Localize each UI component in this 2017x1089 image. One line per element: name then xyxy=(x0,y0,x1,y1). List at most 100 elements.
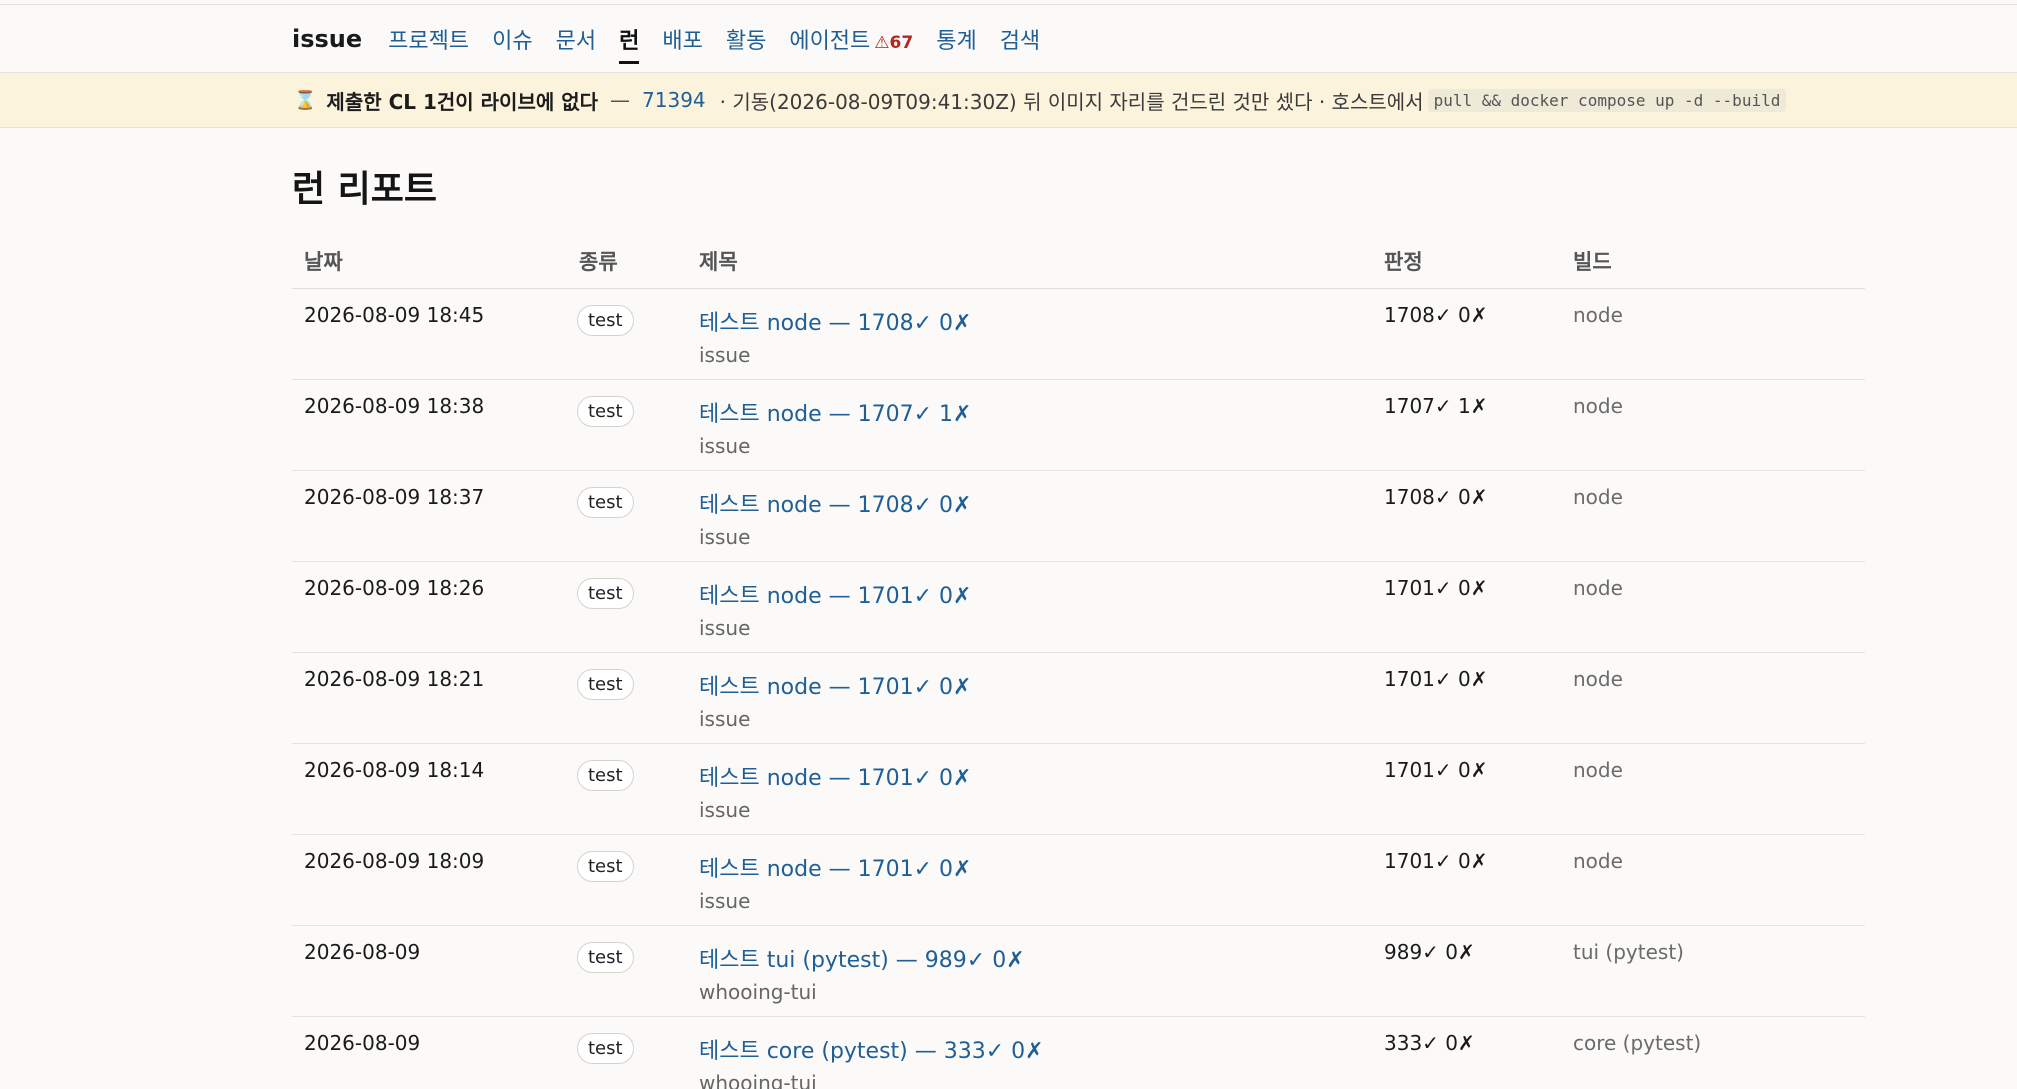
row-kind-cell: test xyxy=(567,652,687,744)
nav-agents-label: 에이전트 xyxy=(789,28,871,54)
nav-runs[interactable]: 런 xyxy=(619,23,640,64)
run-project: issue xyxy=(699,615,751,640)
row-build: tui (pytest) xyxy=(1561,925,1865,1017)
row-verdict: 1701✓ 0✗ xyxy=(1372,652,1561,744)
row-title-cell: 테스트 node — 1708✓ 0✗ issue xyxy=(687,470,1372,562)
run-title-link[interactable]: 테스트 node — 1701✓ 0✗ xyxy=(699,578,1372,610)
banner-cl-link[interactable]: 71394 xyxy=(642,88,706,112)
run-title-link[interactable]: 테스트 node — 1701✓ 0✗ xyxy=(699,669,1372,701)
row-build: node xyxy=(1561,834,1865,926)
kind-badge: test xyxy=(577,941,634,973)
row-kind-cell: test xyxy=(567,288,687,380)
live-status-banner: ⌛ 제출한 CL 1건이 라이브에 없다 — 71394 · 기동(2026-0… xyxy=(0,73,2017,128)
row-title-cell: 테스트 node — 1708✓ 0✗ issue xyxy=(687,288,1372,380)
row-date: 2026-08-09 xyxy=(292,1016,567,1089)
banner-detail: · 기동(2026-08-09T09:41:30Z) 뒤 이미지 자리를 건드린… xyxy=(719,89,1424,114)
table-row: 2026-08-09 18:09 test 테스트 node — 1701✓ 0… xyxy=(292,834,1865,926)
run-project: issue xyxy=(699,433,751,458)
row-kind-cell: test xyxy=(567,834,687,926)
row-kind-cell: test xyxy=(567,379,687,471)
nav-activity[interactable]: 활동 xyxy=(726,23,766,55)
runs-table: 날짜 종류 제목 판정 빌드 2026-08-09 18:45 test 테스트… xyxy=(292,237,1865,1089)
nav-projects[interactable]: 프로젝트 xyxy=(388,23,469,55)
run-project: issue xyxy=(699,797,751,822)
kind-badge: test xyxy=(577,1032,634,1064)
row-kind-cell: test xyxy=(567,470,687,562)
kind-badge: test xyxy=(577,486,634,518)
nav-search[interactable]: 검색 xyxy=(1000,23,1040,55)
row-title-cell: 테스트 node — 1701✓ 0✗ issue xyxy=(687,561,1372,653)
run-project: issue xyxy=(699,342,751,367)
run-project: issue xyxy=(699,888,751,913)
row-title-cell: 테스트 node — 1707✓ 1✗ issue xyxy=(687,379,1372,471)
row-verdict: 1701✓ 0✗ xyxy=(1372,743,1561,835)
run-title-link[interactable]: 테스트 tui (pytest) — 989✓ 0✗ xyxy=(699,942,1372,974)
row-title-cell: 테스트 tui (pytest) — 989✓ 0✗ whooing-tui xyxy=(687,925,1372,1017)
kind-badge: test xyxy=(577,304,634,336)
row-verdict: 989✓ 0✗ xyxy=(1372,925,1561,1017)
row-build: node xyxy=(1561,288,1865,380)
run-title-link[interactable]: 테스트 node — 1701✓ 0✗ xyxy=(699,760,1372,792)
header-kind[interactable]: 종류 xyxy=(567,237,687,289)
row-date: 2026-08-09 xyxy=(292,925,567,1017)
row-date: 2026-08-09 18:09 xyxy=(292,834,567,926)
kind-badge: test xyxy=(577,759,634,791)
header-build[interactable]: 빌드 xyxy=(1561,237,1865,289)
nav-agents[interactable]: 에이전트 ⚠67 xyxy=(789,23,913,55)
row-date: 2026-08-09 18:21 xyxy=(292,652,567,744)
kind-badge: test xyxy=(577,668,634,700)
run-title-link[interactable]: 테스트 core (pytest) — 333✓ 0✗ xyxy=(699,1033,1372,1065)
row-date: 2026-08-09 18:37 xyxy=(292,470,567,562)
nav-stats[interactable]: 통계 xyxy=(936,23,976,55)
hourglass-icon: ⌛ xyxy=(294,89,317,111)
row-date: 2026-08-09 18:38 xyxy=(292,379,567,471)
table-row: 2026-08-09 18:21 test 테스트 node — 1701✓ 0… xyxy=(292,652,1865,744)
row-build: core (pytest) xyxy=(1561,1016,1865,1089)
table-row: 2026-08-09 18:14 test 테스트 node — 1701✓ 0… xyxy=(292,743,1865,835)
brand-logo[interactable]: issue xyxy=(292,25,362,53)
row-title-cell: 테스트 node — 1701✓ 0✗ issue xyxy=(687,652,1372,744)
nav-issues[interactable]: 이슈 xyxy=(492,23,532,55)
row-title-cell: 테스트 core (pytest) — 333✓ 0✗ whooing-tui xyxy=(687,1016,1372,1089)
table-row: 2026-08-09 18:45 test 테스트 node — 1708✓ 0… xyxy=(292,288,1865,380)
run-title-link[interactable]: 테스트 node — 1708✓ 0✗ xyxy=(699,487,1372,519)
row-kind-cell: test xyxy=(567,561,687,653)
run-project: whooing-tui xyxy=(699,1070,817,1089)
header-date[interactable]: 날짜 xyxy=(292,237,567,289)
nav-deploy[interactable]: 배포 xyxy=(662,23,702,55)
row-kind-cell: test xyxy=(567,743,687,835)
row-title-cell: 테스트 node — 1701✓ 0✗ issue xyxy=(687,743,1372,835)
row-verdict: 1708✓ 0✗ xyxy=(1372,470,1561,562)
run-title-link[interactable]: 테스트 node — 1707✓ 1✗ xyxy=(699,396,1372,428)
kind-badge: test xyxy=(577,395,634,427)
nav-docs[interactable]: 문서 xyxy=(556,23,596,55)
kind-badge: test xyxy=(577,577,634,609)
main-content: 런 리포트 날짜 종류 제목 판정 빌드 2026-08-09 18:45 te… xyxy=(0,168,2017,1089)
page-title: 런 리포트 xyxy=(292,169,438,210)
table-row: 2026-08-09 18:37 test 테스트 node — 1708✓ 0… xyxy=(292,470,1865,562)
row-verdict: 1701✓ 0✗ xyxy=(1372,561,1561,653)
row-date: 2026-08-09 18:14 xyxy=(292,743,567,835)
banner-dash: — xyxy=(610,88,631,112)
row-date: 2026-08-09 18:26 xyxy=(292,561,567,653)
row-kind-cell: test xyxy=(567,925,687,1017)
kind-badge: test xyxy=(577,850,634,882)
table-row: 2026-08-09 18:26 test 테스트 node — 1701✓ 0… xyxy=(292,561,1865,653)
row-build: node xyxy=(1561,652,1865,744)
header-verdict[interactable]: 판정 xyxy=(1372,237,1561,289)
run-title-link[interactable]: 테스트 node — 1701✓ 0✗ xyxy=(699,851,1372,883)
table-row: 2026-08-09 test 테스트 core (pytest) — 333✓… xyxy=(292,1016,1865,1089)
header-title[interactable]: 제목 xyxy=(687,237,1372,289)
row-kind-cell: test xyxy=(567,1016,687,1089)
banner-headline: 제출한 CL 1건이 라이브에 없다 xyxy=(326,89,599,114)
table-header-row: 날짜 종류 제목 판정 빌드 xyxy=(292,237,1865,289)
table-row: 2026-08-09 18:38 test 테스트 node — 1707✓ 1… xyxy=(292,379,1865,471)
row-title-cell: 테스트 node — 1701✓ 0✗ issue xyxy=(687,834,1372,926)
run-project: issue xyxy=(699,706,751,731)
agent-alert-badge: ⚠67 xyxy=(874,32,914,53)
row-build: node xyxy=(1561,743,1865,835)
row-build: node xyxy=(1561,470,1865,562)
run-title-link[interactable]: 테스트 node — 1708✓ 0✗ xyxy=(699,305,1372,337)
row-verdict: 333✓ 0✗ xyxy=(1372,1016,1561,1089)
top-nav: issue 프로젝트 이슈 문서 런 배포 활동 에이전트 ⚠67 통계 검색 xyxy=(0,5,2017,73)
